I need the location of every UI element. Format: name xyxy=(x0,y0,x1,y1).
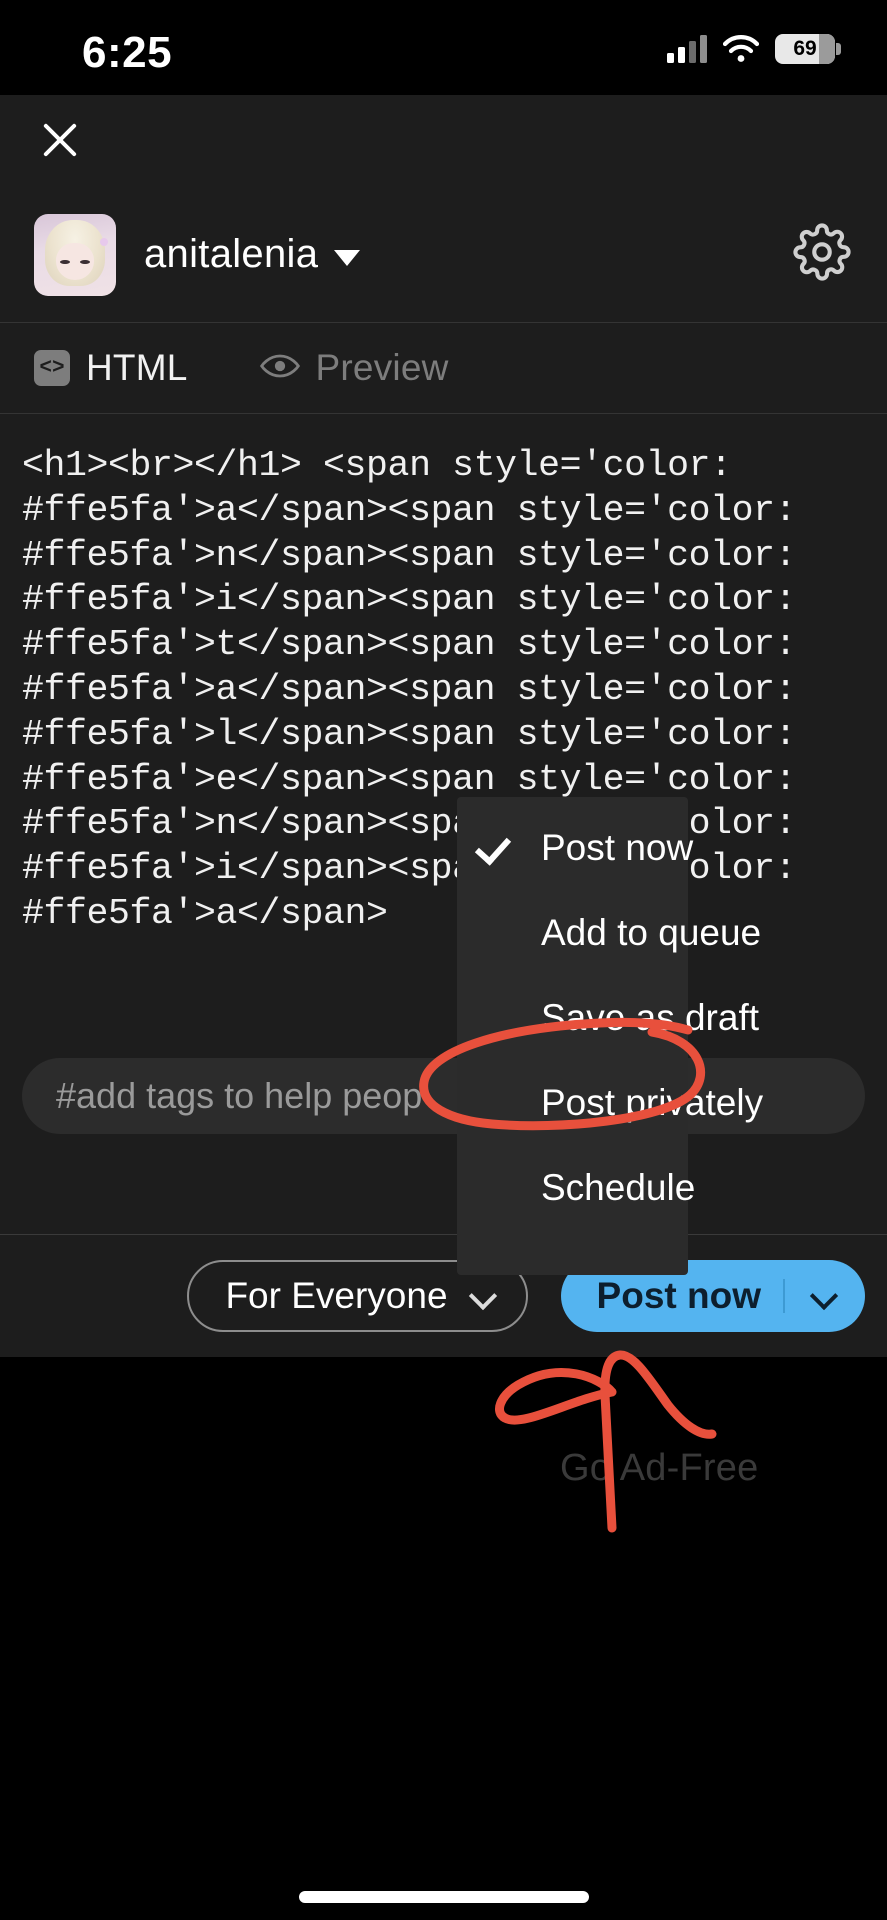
menu-item-save-as-draft[interactable]: Save as draft xyxy=(457,975,759,1060)
code-line: #ffe5fa'>a</span><span style='color: xyxy=(22,668,797,710)
account-username[interactable]: anitalenia xyxy=(144,232,318,277)
battery-icon: 69 xyxy=(775,34,841,64)
button-divider xyxy=(783,1279,785,1313)
code-line: #ffe5fa'>e</span><span style='color: xyxy=(22,758,797,800)
menu-item-label: Post privately xyxy=(541,1081,764,1123)
gear-icon[interactable] xyxy=(793,223,851,281)
menu-item-label: Save as draft xyxy=(541,996,760,1038)
code-line: #ffe5fa'>l</span><span style='color: xyxy=(22,713,797,755)
code-icon: <> xyxy=(34,350,70,386)
status-bar-clock: 6:25 xyxy=(82,28,173,77)
chevron-down-icon[interactable] xyxy=(334,249,361,266)
tab-html-label: HTML xyxy=(86,347,188,388)
menu-item-label: Schedule xyxy=(541,1166,696,1208)
post-options-menu: Post now Add to queue Save as draft Post… xyxy=(457,797,763,1275)
battery-percent-label: 69 xyxy=(793,37,817,60)
chevron-down-icon[interactable] xyxy=(811,1283,837,1309)
home-indicator xyxy=(298,1891,589,1903)
menu-item-add-to-queue[interactable]: Add to queue xyxy=(457,890,761,975)
tab-html[interactable]: <> HTML xyxy=(34,347,188,389)
wifi-icon xyxy=(722,35,760,63)
composer-top-row xyxy=(0,95,887,187)
status-bar: 6:25 69 xyxy=(0,0,887,95)
status-bar-indicators: 69 xyxy=(667,34,841,64)
menu-item-label: Add to queue xyxy=(541,911,762,953)
chevron-down-icon xyxy=(470,1283,496,1309)
code-line: #ffe5fa'>n</span><span style='color: xyxy=(22,803,797,845)
cellular-signal-icon xyxy=(667,35,707,63)
code-line: <h1><br></h1> <span style='color: xyxy=(22,445,732,486)
tab-preview-label: Preview xyxy=(315,347,449,388)
check-icon xyxy=(481,833,515,853)
code-line: #ffe5fa'>t</span><span style='color: xyxy=(22,624,797,666)
avatar[interactable] xyxy=(34,213,116,296)
menu-item-post-privately[interactable]: Post privately xyxy=(457,1060,763,1145)
editor-mode-tabs: <> HTML Preview xyxy=(0,323,887,413)
menu-item-post-now[interactable]: Post now xyxy=(457,805,693,890)
go-ad-free-link[interactable]: Go Ad-Free xyxy=(560,1447,758,1490)
code-line: #ffe5fa'>n</span><span style='color: xyxy=(22,534,797,576)
phone-screen: 6:25 69 Go Ad-Free anitalenia <> HTML Pr… xyxy=(0,0,887,1920)
code-line: #ffe5fa'>a</span><span style='color: xyxy=(22,489,797,531)
composer-action-bar: For Everyone Post now xyxy=(0,1235,887,1357)
eye-icon xyxy=(259,352,300,385)
post-composer-sheet: anitalenia <> HTML Preview <h1><br></h1>… xyxy=(0,95,887,1357)
audience-selector-label: For Everyone xyxy=(225,1275,448,1316)
code-line: #ffe5fa'>i</span><span style='color: xyxy=(22,579,797,621)
post-now-label: Post now xyxy=(596,1275,761,1316)
code-line: #ffe5fa'>i</span><span style='color: xyxy=(22,848,797,890)
account-row: anitalenia xyxy=(0,187,887,322)
menu-item-label: Post now xyxy=(541,826,694,868)
close-icon[interactable] xyxy=(34,113,86,165)
menu-item-schedule[interactable]: Schedule xyxy=(457,1145,695,1230)
tab-preview[interactable]: Preview xyxy=(259,347,449,389)
background-page xyxy=(0,1357,887,1920)
